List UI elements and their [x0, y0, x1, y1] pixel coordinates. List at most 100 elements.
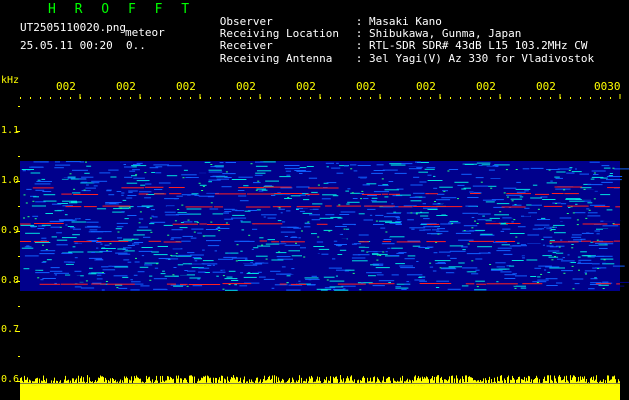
- noise-streak: [447, 288, 461, 290]
- noise-streak: [562, 257, 565, 259]
- noise-streak: [206, 240, 221, 242]
- power-bar-spike: [341, 379, 342, 387]
- noise-streak: [516, 191, 526, 193]
- noise-streak: [501, 234, 513, 236]
- power-bar-spike: [161, 382, 162, 387]
- noise-streak: [517, 219, 528, 221]
- noise-streak: [468, 172, 484, 174]
- noise-streak: [475, 269, 480, 271]
- noise-streak: [378, 220, 393, 222]
- file-name: UT2505110020.png: [20, 21, 126, 34]
- noise-streak: [119, 280, 130, 282]
- noise-streak: [65, 274, 71, 276]
- time-label-9: 002: [536, 80, 556, 93]
- noise-streak: [189, 283, 197, 285]
- noise-streak: [70, 209, 73, 210]
- noise-streak: [192, 285, 203, 287]
- power-bar-spike: [593, 376, 594, 386]
- power-bar-spike: [440, 378, 441, 386]
- noise-streak: [571, 244, 574, 245]
- noise-streak: [547, 250, 560, 252]
- power-bar-spike: [351, 375, 352, 386]
- power-bar-spike: [494, 377, 495, 387]
- signal-line-5: [359, 241, 369, 243]
- noise-speckle: [170, 254, 173, 256]
- noise-streak: [260, 183, 271, 185]
- signal-line-6: [91, 283, 106, 285]
- noise-streak: [224, 208, 235, 210]
- noise-streak: [285, 170, 291, 172]
- power-bar-spike: [572, 377, 573, 386]
- noise-speckle: [443, 190, 446, 192]
- power-bar-spike: [112, 377, 113, 386]
- noise-streak: [485, 219, 492, 221]
- noise-streak: [376, 274, 384, 276]
- power-bar-spike: [613, 376, 614, 387]
- noise-streak: [522, 257, 525, 259]
- noise-streak: [55, 163, 69, 165]
- noise-streak: [527, 181, 530, 183]
- noise-streak: [104, 244, 110, 246]
- power-bar-spike: [148, 377, 149, 387]
- noise-speckle: [181, 204, 184, 206]
- noise-streak: [560, 239, 563, 241]
- noise-streak: [424, 168, 435, 170]
- noise-streak: [121, 211, 125, 213]
- noise-streak: [278, 234, 281, 236]
- noise-speckle: [317, 184, 320, 186]
- power-bar-spike: [466, 375, 467, 386]
- noise-streak: [564, 196, 568, 198]
- noise-streak: [131, 165, 147, 167]
- time-minor-tick: [270, 97, 271, 99]
- power-bar-spike: [469, 376, 470, 386]
- noise-speckle: [120, 207, 122, 209]
- signal-line-1: [554, 186, 583, 188]
- noise-streak: [240, 220, 243, 222]
- noise-streak: [418, 246, 425, 248]
- noise-streak: [424, 214, 427, 216]
- noise-streak: [467, 197, 479, 198]
- power-bar-spike: [427, 377, 428, 386]
- power-bar-spike: [64, 379, 65, 386]
- receiver-value: RTL-SDR SDR# 43dB L15 103.2MHz CW: [369, 39, 588, 53]
- noise-speckle: [257, 180, 260, 182]
- noise-streak: [94, 259, 104, 261]
- noise-streak: [409, 196, 419, 198]
- noise-streak: [200, 222, 210, 224]
- noise-speckle: [571, 247, 574, 249]
- noise-streak: [133, 234, 145, 236]
- noise-streak: [578, 259, 592, 261]
- power-bar-spike: [584, 376, 585, 386]
- noise-streak: [412, 245, 421, 247]
- noise-streak: [517, 216, 522, 218]
- noise-streak: [372, 234, 384, 236]
- noise-streak: [358, 234, 369, 236]
- noise-streak: [411, 228, 415, 230]
- noise-streak: [99, 172, 111, 174]
- noise-streak: [589, 161, 600, 163]
- noise-streak: [560, 203, 567, 205]
- noise-streak: [603, 229, 612, 230]
- y-minor-tick: [18, 256, 20, 257]
- signal-line-6: [166, 283, 176, 285]
- power-bar-spike: [326, 376, 327, 386]
- noise-streak: [264, 224, 270, 226]
- noise-streak: [472, 185, 489, 187]
- power-bar-spike: [555, 378, 556, 387]
- power-bar-spike: [210, 377, 211, 386]
- noise-streak: [144, 197, 152, 199]
- noise-streak: [263, 216, 266, 218]
- signal-line-3: [336, 205, 362, 207]
- noise-streak: [353, 224, 356, 226]
- noise-streak: [202, 263, 218, 265]
- power-bar-spike: [219, 377, 220, 386]
- power-bar-spike: [138, 377, 139, 387]
- noise-speckle: [69, 173, 72, 175]
- noise-streak: [577, 262, 593, 264]
- signal-line-6: [486, 283, 518, 285]
- noise-streak: [41, 261, 46, 263]
- noise-streak: [373, 191, 389, 193]
- power-bar-spike: [216, 378, 217, 387]
- noise-speckle: [301, 230, 303, 232]
- signal-line-4: [252, 223, 283, 225]
